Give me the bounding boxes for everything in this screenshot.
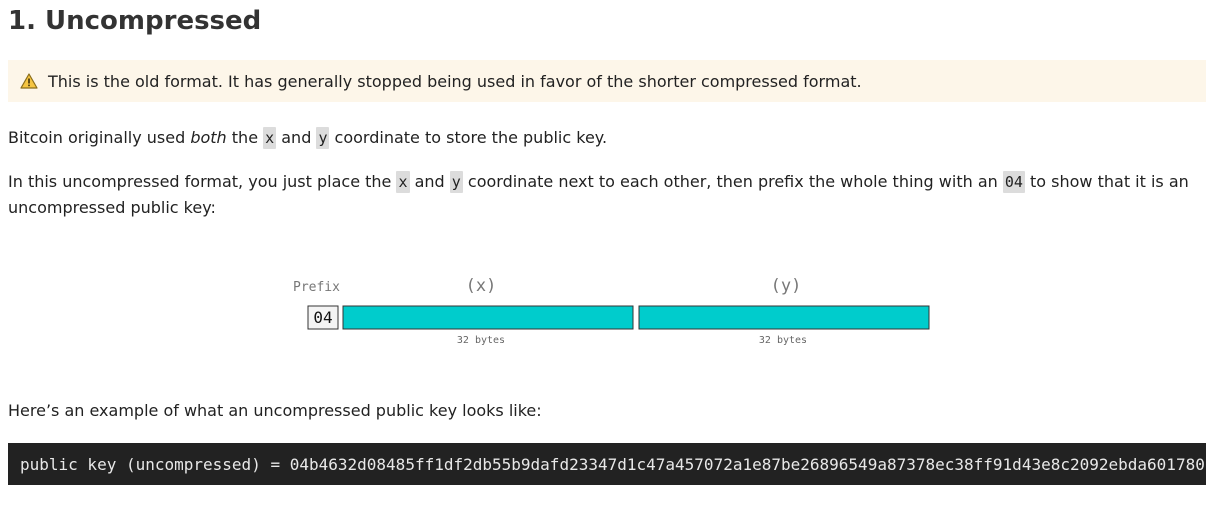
x-size-label: 32 bytes: [457, 335, 505, 346]
text: In this uncompressed format, you just pl…: [8, 172, 397, 191]
paragraph-example: Here’s an example of what an uncompresse…: [8, 401, 542, 420]
key-format-diagram: Prefix (x) (y) 04 32 bytes 32 bytes: [293, 276, 930, 346]
warning-callout: This is the old format. It has generally…: [8, 60, 1206, 102]
inline-code-prefix: 04: [1002, 171, 1025, 193]
text: and: [409, 172, 450, 191]
text: coordinate to store the public key.: [329, 128, 608, 147]
y-label: (y): [771, 276, 802, 296]
text: coordinate next to each other, then pref…: [462, 172, 1003, 191]
emphasis-text: both: [190, 128, 227, 147]
paragraph-format: In this uncompressed format, you just pl…: [8, 169, 1206, 221]
warning-icon: [20, 73, 38, 89]
y-size-label: 32 bytes: [759, 335, 807, 346]
prefix-label: Prefix: [293, 280, 340, 295]
section-heading: 1. Uncompressed: [8, 6, 262, 36]
x-coordinate-bar: [342, 305, 634, 330]
y-coordinate-bar: [638, 305, 930, 330]
text: and: [276, 128, 317, 147]
warning-text: This is the old format. It has generally…: [48, 71, 862, 91]
inline-code-y: y: [449, 171, 463, 193]
paragraph-intro: Bitcoin originally used both the x and y…: [8, 125, 607, 151]
x-label: (x): [466, 276, 497, 296]
text: the: [226, 128, 264, 147]
inline-code-x: x: [263, 127, 277, 149]
inline-code-y: y: [316, 127, 330, 149]
prefix-value: 04: [313, 308, 332, 327]
code-block: public key (uncompressed) = 04b4632d0848…: [8, 443, 1206, 485]
text: Bitcoin originally used: [8, 128, 191, 147]
code-text: public key (uncompressed) = 04b4632d0848…: [20, 454, 1205, 474]
inline-code-x: x: [396, 171, 410, 193]
